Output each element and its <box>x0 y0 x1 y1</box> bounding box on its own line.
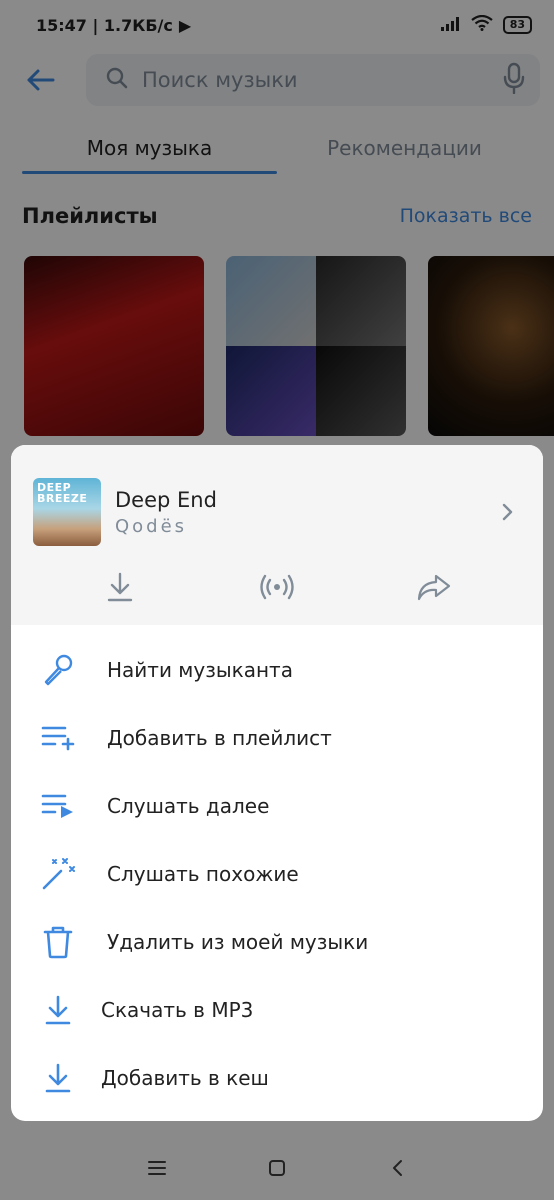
trash-icon <box>41 925 75 959</box>
track-row[interactable]: DEEP BREEZE Deep End Qodës <box>11 445 543 557</box>
track-artist: Qodës <box>115 515 188 537</box>
play-next-icon <box>41 789 75 823</box>
chevron-right-icon[interactable] <box>495 500 519 524</box>
menu-item-label: Удалить из моей музыки <box>107 930 369 954</box>
menu-item-label: Найти музыканта <box>107 658 293 682</box>
menu-item-label: Добавить в кеш <box>101 1066 269 1090</box>
menu-item-add-to-cache[interactable]: Добавить в кеш <box>11 1044 543 1112</box>
download-icon[interactable] <box>98 565 142 609</box>
download-icon <box>41 993 75 1027</box>
menu-item-label: Слушать похожие <box>107 862 299 886</box>
menu-icon[interactable] <box>142 1153 172 1183</box>
menu-item-add-to-playlist[interactable]: Добавить в плейлист <box>11 704 543 772</box>
cover-text: DEEP BREEZE <box>37 481 88 505</box>
back-icon[interactable] <box>382 1153 412 1183</box>
menu-item-remove[interactable]: Удалить из моей музыки <box>11 908 543 976</box>
broadcast-icon[interactable] <box>255 565 299 609</box>
share-icon[interactable] <box>412 565 456 609</box>
menu-item-download-mp3[interactable]: Скачать в MP3 <box>11 976 543 1044</box>
track-title: Deep End <box>115 487 217 512</box>
home-icon[interactable] <box>262 1153 292 1183</box>
menu-item-find-artist[interactable]: Найти музыканта <box>11 636 543 704</box>
download-icon <box>41 1061 75 1095</box>
menu-item-play-next[interactable]: Слушать далее <box>11 772 543 840</box>
sheet-header-actions <box>11 557 543 617</box>
menu-item-play-similar[interactable]: Слушать похожие <box>11 840 543 908</box>
playlist-add-icon <box>41 721 75 755</box>
album-cover: DEEP BREEZE <box>33 478 101 546</box>
system-navigation-bar <box>0 1135 554 1200</box>
microphone-icon <box>41 653 75 687</box>
track-action-sheet: DEEP BREEZE Deep End Qodës Найти музыкан… <box>11 445 543 1121</box>
sheet-menu: Найти музыканта Добавить в плейлист Слуш… <box>11 625 543 1112</box>
magic-wand-icon <box>41 857 75 891</box>
menu-item-label: Слушать далее <box>107 794 270 818</box>
sheet-header: DEEP BREEZE Deep End Qodës <box>11 445 543 625</box>
menu-item-label: Добавить в плейлист <box>107 726 332 750</box>
menu-item-label: Скачать в MP3 <box>101 998 254 1022</box>
